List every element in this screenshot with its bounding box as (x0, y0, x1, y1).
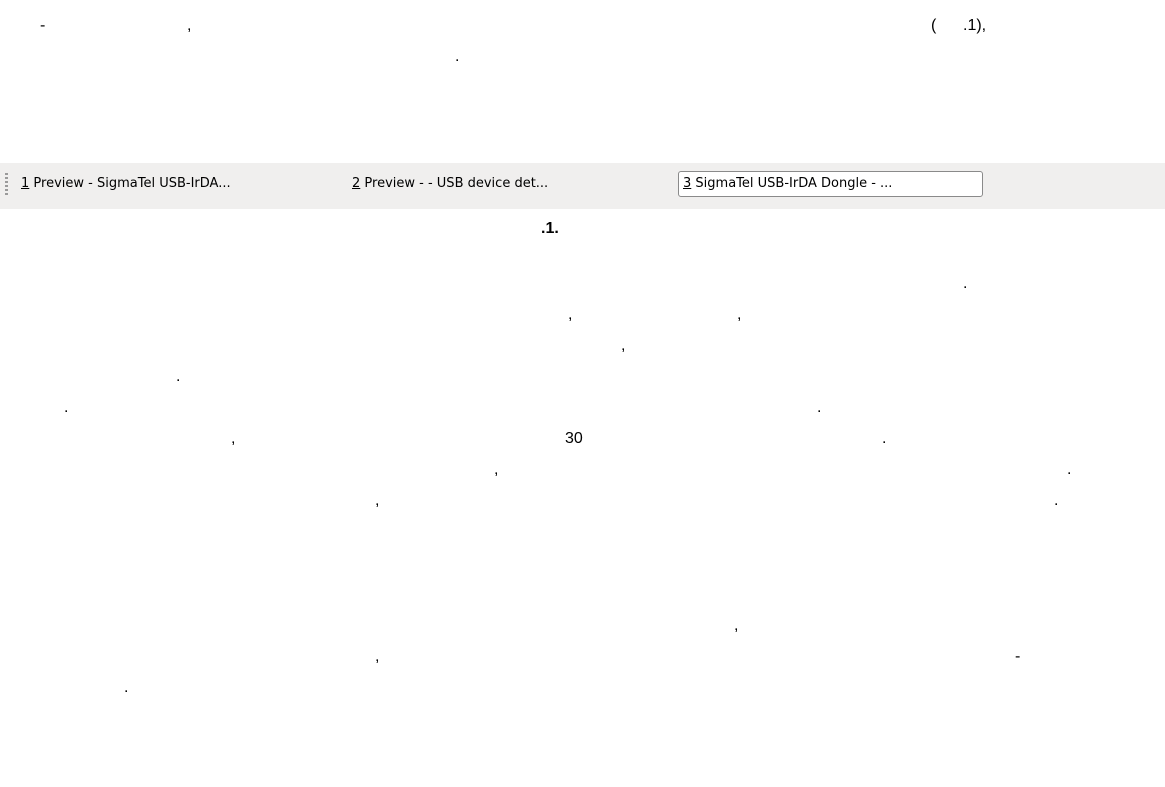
para1-dash: - (40, 17, 46, 34)
para1-comma: , (187, 17, 192, 34)
para2-comma-4: , (231, 430, 236, 447)
para2-period-4: . (817, 399, 822, 416)
taskbar-button-3[interactable]: 3 SigmaTel USB-IrDA Dongle - ... (678, 171, 983, 197)
para3-period: . (124, 679, 129, 696)
taskbar-button-1[interactable]: 1 Preview - SigmaTel USB-IrDA... (17, 171, 235, 197)
para2-comma-1: , (568, 306, 573, 323)
para2-comma-2: , (737, 306, 742, 323)
toolbar-grip-handle[interactable] (5, 173, 8, 195)
taskbar-button-1-label: Preview - SigmaTel USB-IrDA... (29, 176, 231, 191)
para2-period-1: . (963, 275, 968, 292)
taskbar-button-2-label: Preview - - USB device det... (360, 176, 549, 191)
para1-figure-reference: ( .1), (931, 17, 987, 34)
figure-caption: .1. (541, 220, 559, 237)
taskbar-button-2[interactable]: 2 Preview - - USB device det... (348, 171, 552, 197)
para2-comma-5: , (494, 461, 499, 478)
para3-dash: - (1015, 648, 1021, 665)
para2-period-5: . (882, 430, 887, 447)
para2-comma-3: , (621, 337, 626, 354)
para2-period-6: . (1067, 461, 1072, 478)
para3-comma-2: , (375, 648, 380, 665)
para2-period-7: . (1054, 492, 1059, 509)
para2-comma-6: , (375, 492, 380, 509)
para2-number: 30 (565, 430, 583, 447)
para2-period-3: . (64, 399, 69, 416)
para2-period-2: . (176, 368, 181, 385)
taskbar-button-3-label: SigmaTel USB-IrDA Dongle - ... (691, 176, 893, 191)
para3-comma-1: , (734, 617, 739, 634)
para1-period: . (455, 48, 460, 65)
taskbar: 1 Preview - SigmaTel USB-IrDA... 2 Previ… (0, 163, 1165, 209)
